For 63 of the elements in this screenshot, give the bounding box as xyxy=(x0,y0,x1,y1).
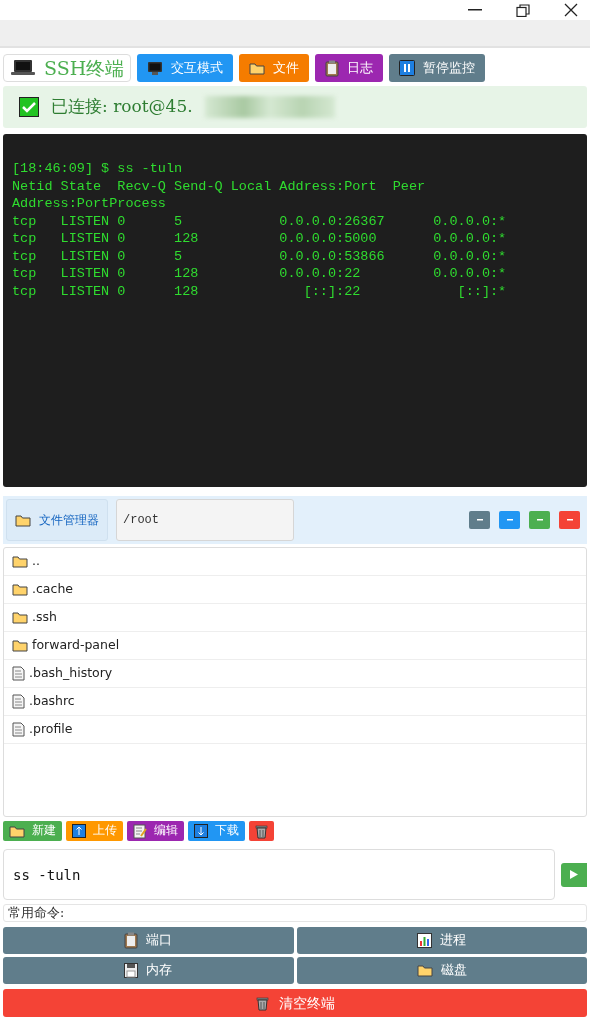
file-row[interactable]: .cache xyxy=(4,576,586,604)
file-row[interactable]: .bashrc xyxy=(4,688,586,716)
laptop-icon xyxy=(10,59,36,77)
clipboard-icon xyxy=(325,59,340,77)
terminal-line: Address:PortProcess xyxy=(12,195,167,213)
tool-button[interactable] xyxy=(559,511,580,529)
terminal-line: tcp LISTEN 0 5 0.0.0.0:26367 0.0.0.0:* xyxy=(12,212,508,230)
notepad-icon xyxy=(133,823,147,839)
folder-icon xyxy=(12,639,28,652)
folder-icon xyxy=(9,824,25,838)
action-button[interactable]: 编辑 xyxy=(127,821,184,841)
document-icon xyxy=(12,694,25,709)
quick-command-button[interactable]: 磁盘 xyxy=(296,957,587,984)
restore-icon[interactable] xyxy=(516,3,530,17)
quick-commands-label: 常用命令: xyxy=(3,904,587,922)
tool-button[interactable] xyxy=(529,511,550,529)
nav-button[interactable]: 日志 xyxy=(315,54,384,82)
pause-icon xyxy=(399,60,416,76)
folder-icon xyxy=(15,513,31,527)
action-button[interactable] xyxy=(249,821,274,841)
tool-button[interactable] xyxy=(469,511,490,529)
document-icon xyxy=(12,722,25,737)
folder-icon xyxy=(12,611,28,624)
clear-terminal-button[interactable]: 清空终端 xyxy=(3,989,587,1017)
bar-chart-icon xyxy=(417,933,433,948)
dash-icon xyxy=(506,519,513,521)
nav-button[interactable]: 暂停监控 xyxy=(389,54,486,82)
clipboard-icon xyxy=(124,932,139,949)
play-icon xyxy=(570,870,578,879)
file-manager-title: 文件管理器 xyxy=(39,512,99,529)
file-row[interactable]: .ssh xyxy=(4,604,586,632)
folder-icon xyxy=(12,583,28,596)
file-row[interactable]: .bash_history xyxy=(4,660,586,688)
minimize-icon[interactable] xyxy=(468,9,482,11)
document-icon xyxy=(12,666,25,681)
terminal-line: [18:46:09] $ ss -tuln xyxy=(12,160,184,178)
folder-icon xyxy=(416,964,433,977)
dash-icon xyxy=(536,519,543,521)
command-input[interactable]: ss -tuln xyxy=(3,849,555,900)
quick-command-button[interactable]: 内存 xyxy=(3,957,294,984)
folder-icon xyxy=(249,61,266,75)
folder-icon xyxy=(12,555,28,568)
file-row[interactable]: .profile xyxy=(4,716,586,744)
path-field[interactable]: /root xyxy=(116,499,294,541)
quick-command-button[interactable]: 进程 xyxy=(296,927,587,954)
trash-icon xyxy=(255,823,268,839)
terminal-line: tcp LISTEN 0 128 0.0.0.0:22 0.0.0.0:* xyxy=(12,265,508,283)
terminal-line: tcp LISTEN 0 128 [::]:22 [::]:* xyxy=(12,282,508,300)
quick-command-button[interactable]: 端口 xyxy=(3,927,294,954)
connection-status: 已连接: root@45. xyxy=(51,95,193,119)
trash-icon xyxy=(255,995,269,1011)
monitor-icon xyxy=(147,60,164,76)
terminal-line: tcp LISTEN 0 5 0.0.0.0:53866 0.0.0.0:* xyxy=(12,247,508,265)
tool-button[interactable] xyxy=(499,511,520,529)
file-row[interactable]: .. xyxy=(4,548,586,576)
dash-icon xyxy=(566,519,573,521)
app-title: SSH终端 xyxy=(44,55,125,81)
dash-icon xyxy=(476,519,483,521)
terminal-line: Netid State Recv-Q Send-Q Local Address:Port Peer xyxy=(12,177,427,195)
file-row[interactable]: forward-panel xyxy=(4,632,586,660)
close-icon[interactable] xyxy=(564,3,578,17)
run-button[interactable] xyxy=(561,862,587,887)
terminal-line: tcp LISTEN 0 128 0.0.0.0:5000 0.0.0.0:* xyxy=(12,230,508,248)
